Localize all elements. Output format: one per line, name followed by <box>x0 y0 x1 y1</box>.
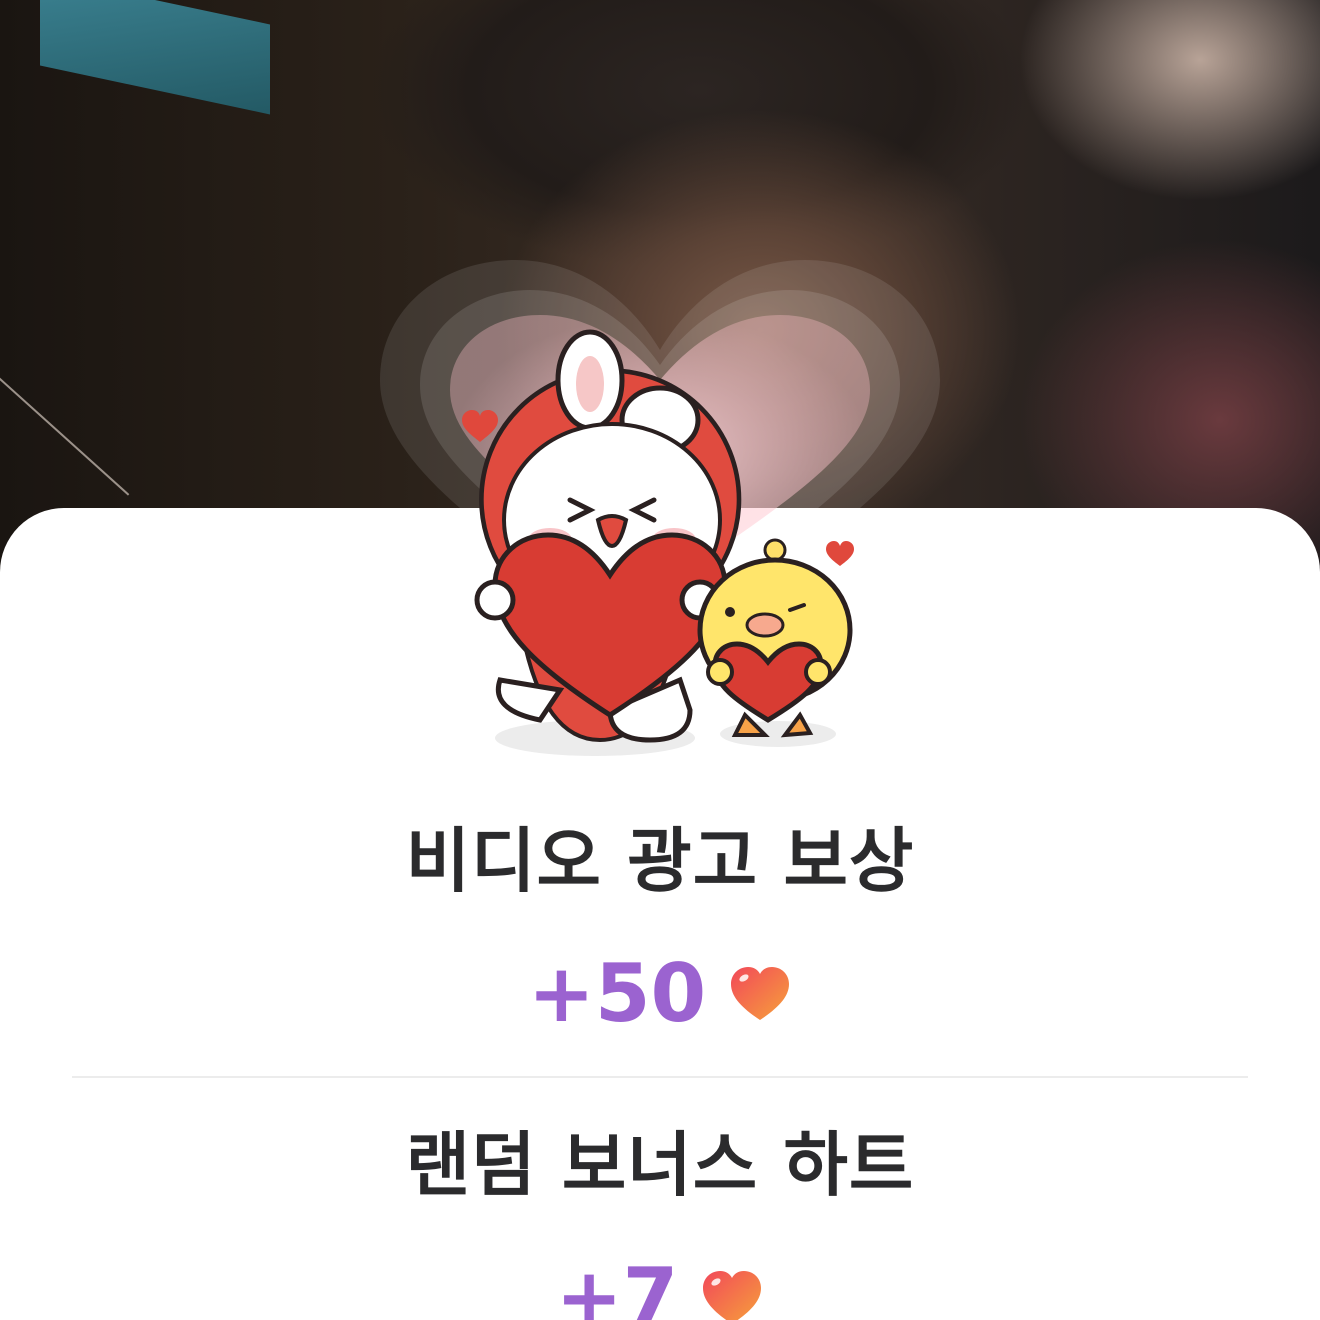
video-reward-title: 비디오 광고 보상 <box>405 820 915 902</box>
heart-icon <box>731 967 790 1020</box>
bonus-reward-title: 랜덤 보너스 하트 <box>405 1124 915 1206</box>
bonus-reward-section: 랜덤 보너스 하트 +7 <box>0 1130 1320 1320</box>
reward-screen: 비디오 광고 보상 +50 랜덤 보너스 하트 +7 <box>0 0 1320 1320</box>
video-reward-section: 비디오 광고 보상 +50 <box>0 826 1320 1034</box>
video-reward-amount: +50 <box>527 947 707 1040</box>
background-shape <box>40 0 270 115</box>
mascot-illustration <box>462 329 854 756</box>
bonus-reward-amount-row: +7 <box>556 1258 765 1320</box>
background-wire <box>0 360 130 496</box>
video-reward-amount-row: +50 <box>528 954 792 1034</box>
section-divider <box>72 1076 1248 1078</box>
bonus-reward-amount: +7 <box>555 1251 679 1320</box>
heart-icon <box>703 1271 762 1320</box>
